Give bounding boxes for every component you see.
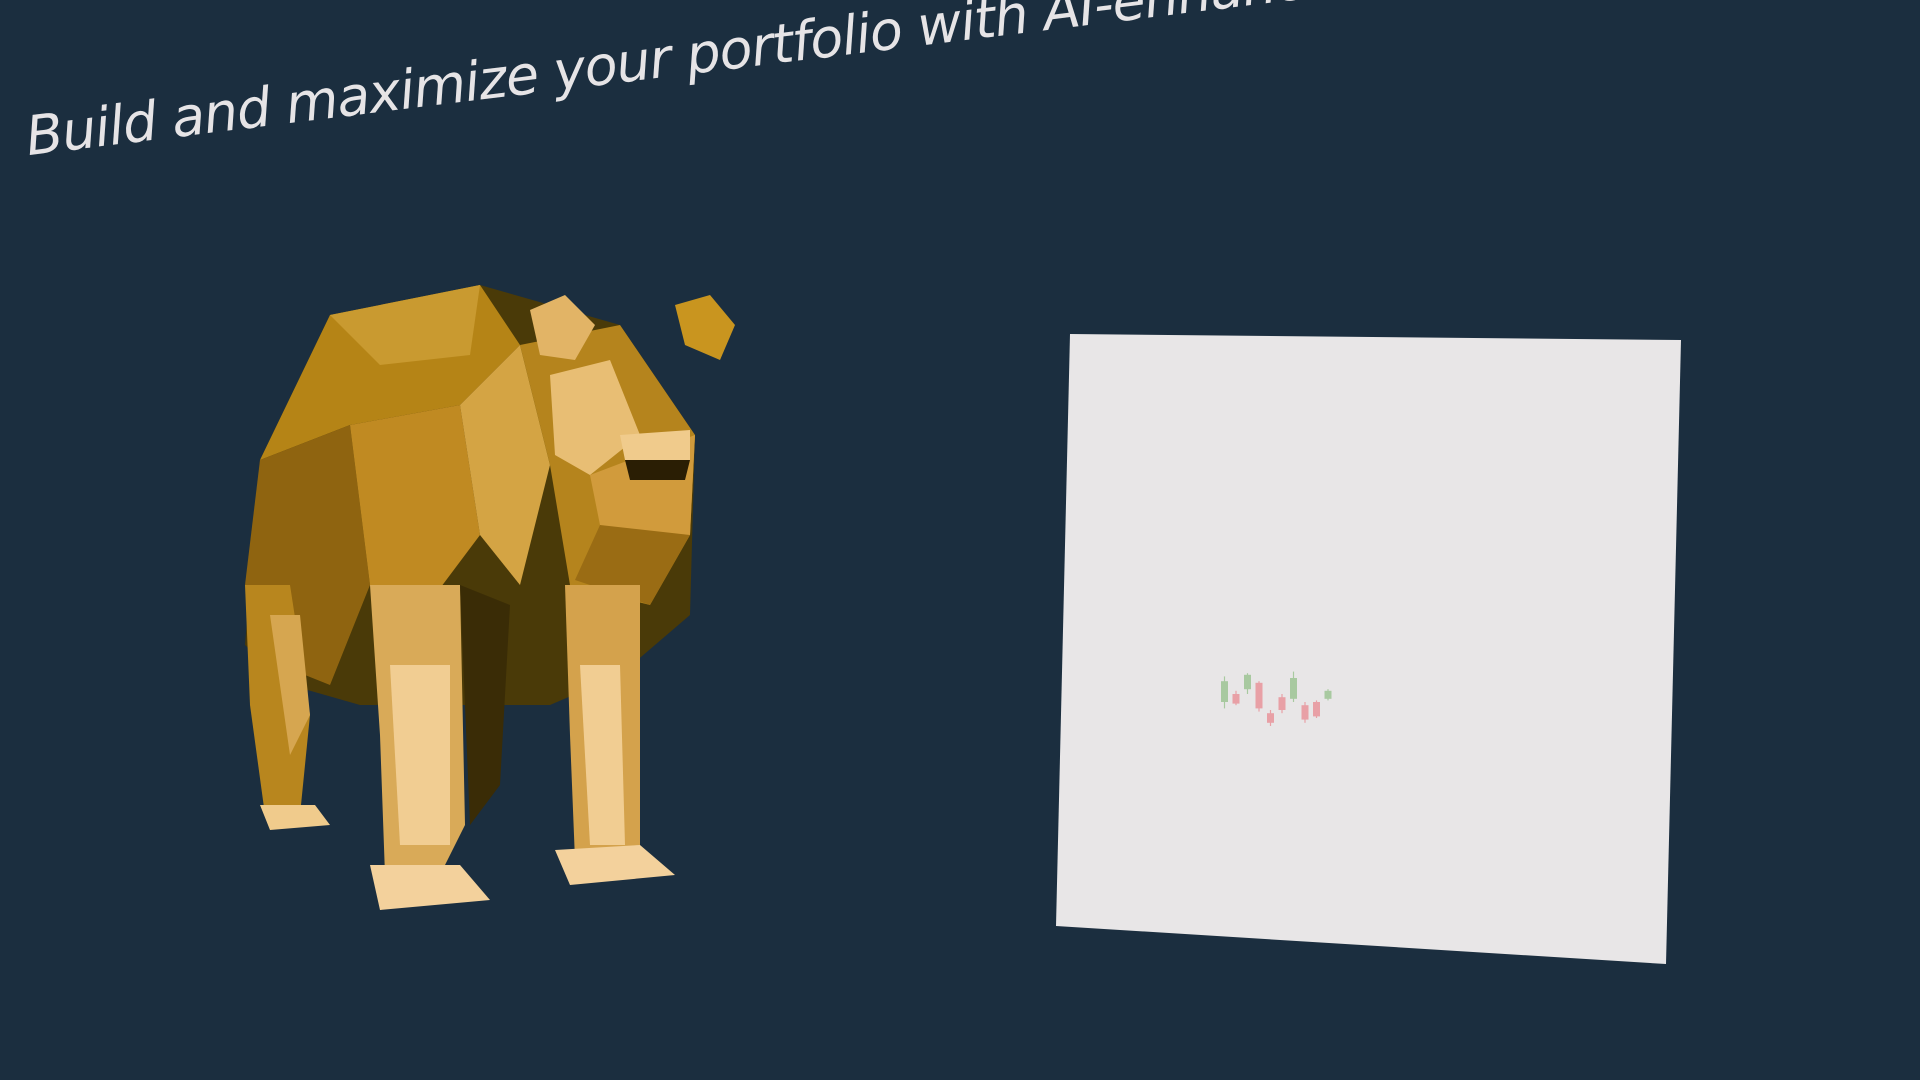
candle-down <box>1255 682 1263 709</box>
bear-front-paw-right <box>555 845 675 885</box>
candle-up <box>1324 690 1332 699</box>
candle-down <box>1313 702 1320 717</box>
candle-down <box>1301 705 1309 720</box>
candle-down <box>1232 694 1240 704</box>
low-poly-bear-icon <box>245 285 735 910</box>
bear-front-paw-left <box>370 865 490 910</box>
bear-muzzle-top <box>620 430 690 460</box>
bear-front-leg-left-light <box>390 665 450 845</box>
candle-up <box>1221 681 1228 702</box>
chart-card-surface <box>1056 334 1681 964</box>
bear-nose <box>625 460 690 480</box>
hero-headline: Build and maximize your portfolio with A… <box>22 0 1580 168</box>
bear-front-leg-inner <box>460 585 510 825</box>
bear-ear-right <box>675 295 735 360</box>
bear-back-paw-left <box>260 805 330 830</box>
candle-up <box>1290 678 1297 699</box>
candle-down <box>1278 697 1286 710</box>
candlestick-chart-card <box>1056 334 1681 964</box>
candle-up <box>1244 674 1251 690</box>
candle-down <box>1267 713 1274 723</box>
hero-scene: Build and maximize your portfolio with A… <box>0 0 1920 1080</box>
